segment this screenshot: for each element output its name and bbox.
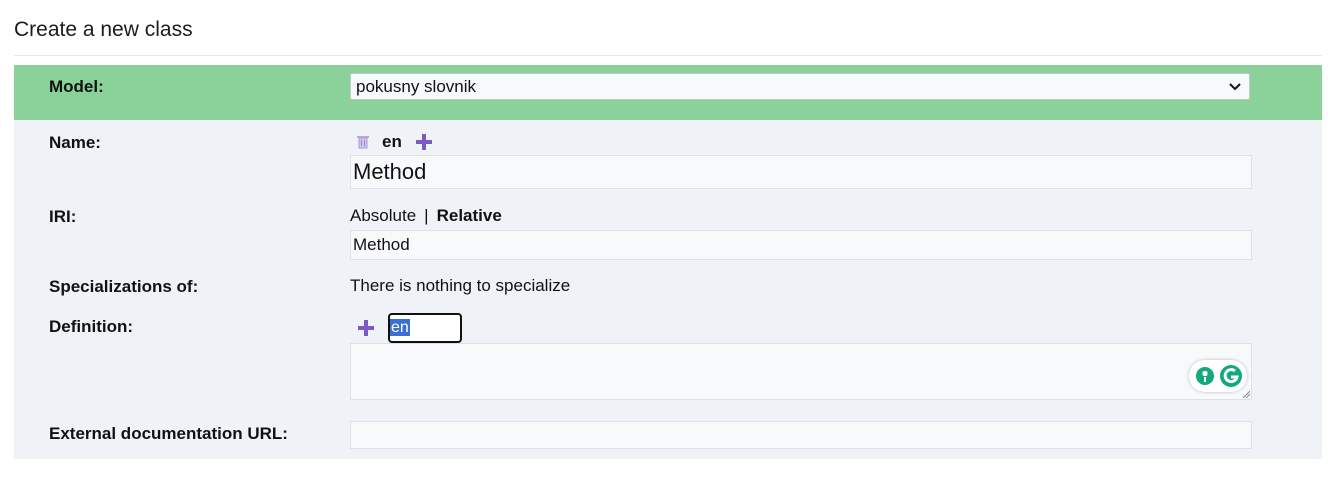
iri-relative-option[interactable]: Relative <box>437 206 502 225</box>
class-form: Model: pokusny slovnik Name: en Method I… <box>14 65 1322 459</box>
chevron-down-icon <box>1229 83 1241 91</box>
iri-mode-switch: Absolute | Relative <box>350 206 502 226</box>
definition-language-input[interactable]: en <box>388 313 462 343</box>
name-label: Name: <box>49 133 101 152</box>
definition-language-value: en <box>390 319 410 336</box>
external-docs-label: External documentation URL: <box>49 424 288 443</box>
model-label: Model: <box>49 77 104 96</box>
plus-icon[interactable] <box>414 132 434 152</box>
title-divider <box>14 55 1322 56</box>
external-docs-url-input[interactable] <box>350 421 1252 449</box>
definition-textarea[interactable] <box>350 343 1252 400</box>
iri-input[interactable]: Method <box>350 230 1252 260</box>
definition-label: Definition: <box>49 317 134 336</box>
page-title: Create a new class <box>14 18 193 41</box>
specializations-label: Specializations of: <box>49 277 199 296</box>
grammarly-icon <box>1196 365 1242 387</box>
trash-icon[interactable] <box>356 134 370 150</box>
model-row: Model: pokusny slovnik <box>14 65 1322 120</box>
model-select-value: pokusny slovnik <box>356 77 477 96</box>
model-select[interactable]: pokusny slovnik <box>350 73 1250 100</box>
plus-icon[interactable] <box>356 318 376 338</box>
grammarly-widget[interactable] <box>1189 360 1247 392</box>
name-language-tag[interactable]: en <box>382 132 402 152</box>
name-input[interactable]: Method <box>350 155 1252 189</box>
iri-separator: | <box>424 206 429 225</box>
resize-handle-icon[interactable] <box>1242 390 1250 398</box>
iri-absolute-option[interactable]: Absolute <box>350 206 416 225</box>
iri-label: IRI: <box>49 207 77 226</box>
specializations-message: There is nothing to specialize <box>350 276 571 295</box>
name-language-bar: en <box>356 132 434 152</box>
